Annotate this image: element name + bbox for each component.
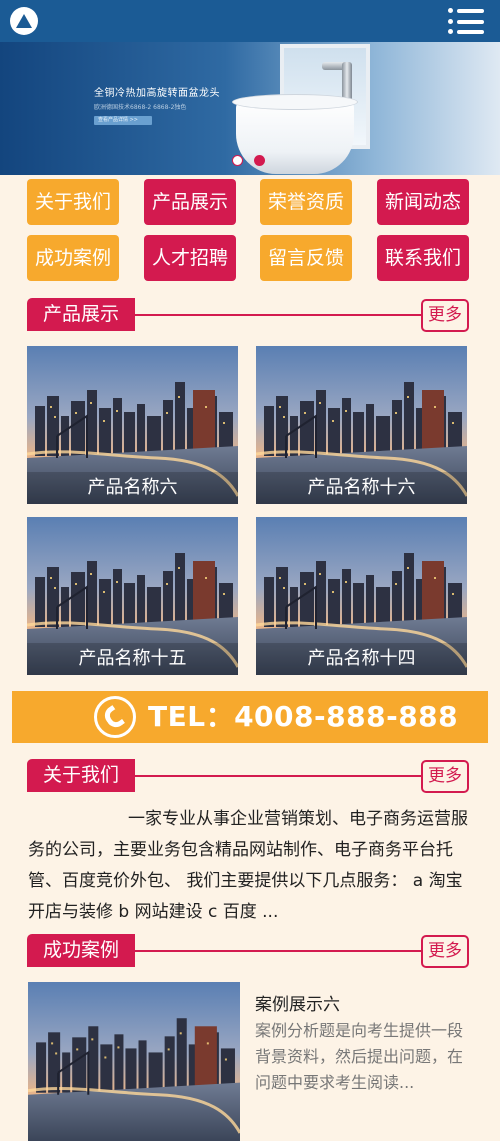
cases-divider xyxy=(135,950,425,952)
products-more-button[interactable]: 更多 xyxy=(421,299,469,332)
about-more-button[interactable]: 更多 xyxy=(421,760,469,793)
nav-honors[interactable]: 荣誉资质 xyxy=(260,179,352,225)
hero-banner[interactable]: 全铜冷热加高旋转面盆龙头 欧洲德国技术6868-2 6868-2独色 查看产品详… xyxy=(0,42,500,175)
case-photo xyxy=(28,982,240,1141)
nav-jobs[interactable]: 人才招聘 xyxy=(144,235,236,281)
product-card[interactable]: 产品名称十六 xyxy=(256,346,467,504)
menu-icon[interactable] xyxy=(448,8,484,34)
product-card[interactable]: 产品名称六 xyxy=(27,346,238,504)
slider-dot-1[interactable] xyxy=(232,155,243,166)
nav-products[interactable]: 产品展示 xyxy=(144,179,236,225)
case-image[interactable] xyxy=(28,982,240,1141)
product-name: 产品名称十六 xyxy=(256,472,467,504)
nav-contact[interactable]: 联系我们 xyxy=(377,235,469,281)
product-name: 产品名称六 xyxy=(27,472,238,504)
nav-cases[interactable]: 成功案例 xyxy=(27,235,119,281)
product-name: 产品名称十四 xyxy=(256,643,467,675)
product-card[interactable]: 产品名称十四 xyxy=(256,517,467,675)
slider-dot-2-active[interactable] xyxy=(254,155,265,166)
nav-feedback[interactable]: 留言反馈 xyxy=(260,235,352,281)
cases-more-button[interactable]: 更多 xyxy=(421,935,469,968)
case-description: 案例分析题是向考生提供一段背景资料，然后提出问题，在问题中要求考生阅读... xyxy=(255,1021,464,1092)
products-section-title: 产品展示 xyxy=(27,298,135,331)
phone-number: TEL：4008-888-888 xyxy=(148,700,459,733)
nav-news[interactable]: 新闻动态 xyxy=(377,179,469,225)
banner-button[interactable]: 查看产品详情 >> xyxy=(94,116,152,125)
sink-rim-graphic xyxy=(232,94,358,110)
phone-bar[interactable]: TEL：4008-888-888 xyxy=(12,691,488,743)
case-title[interactable]: 案例展示六 xyxy=(255,990,340,1015)
product-name: 产品名称十五 xyxy=(27,643,238,675)
cases-section-title: 成功案例 xyxy=(27,934,135,967)
banner-title: 全铜冷热加高旋转面盆龙头 xyxy=(94,88,220,99)
about-text: 一家专业从事企业营销策划、电子商务运营服务的公司，主要业务包含精品网站制作、电子… xyxy=(28,809,468,922)
nav-about[interactable]: 关于我们 xyxy=(27,179,119,225)
banner-subtitle: 欧洲德国技术6868-2 6868-2独色 xyxy=(94,104,187,111)
about-divider xyxy=(135,775,425,777)
top-header xyxy=(0,0,500,42)
product-card[interactable]: 产品名称十五 xyxy=(27,517,238,675)
products-divider xyxy=(135,314,425,316)
about-section-title: 关于我们 xyxy=(27,759,135,792)
phone-icon xyxy=(94,696,136,738)
logo-icon[interactable] xyxy=(10,7,38,35)
